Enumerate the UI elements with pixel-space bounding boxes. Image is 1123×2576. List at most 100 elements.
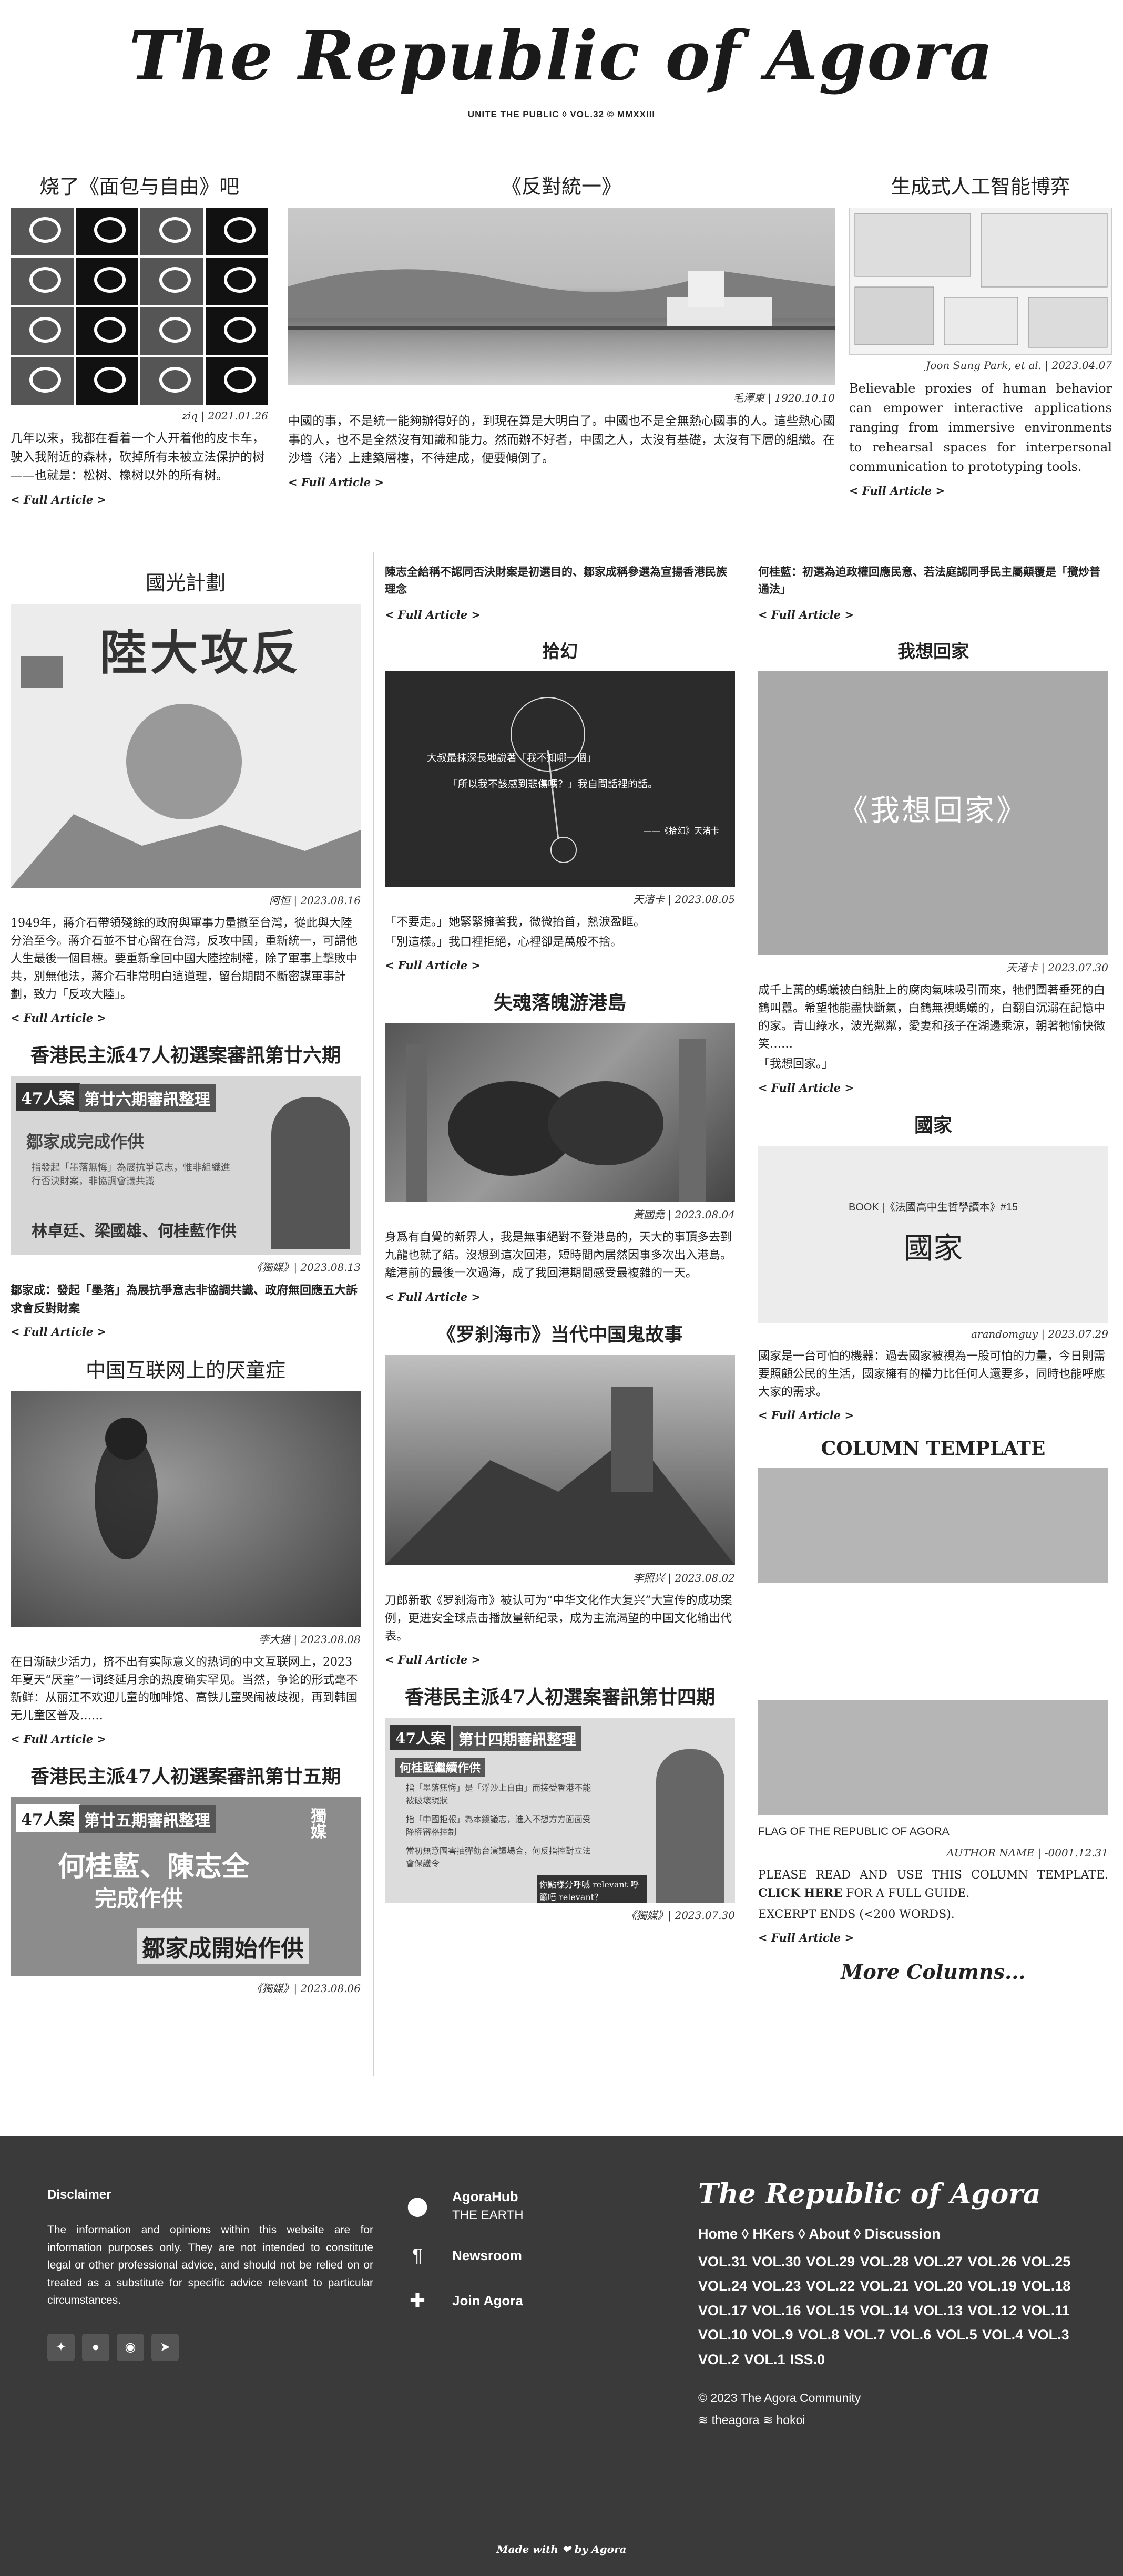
full-article-link[interactable]: < Full Article >: [758, 1931, 854, 1944]
trial-summary-image: 47人案 第廿四期審訊整理 何桂藍繼續作供 指「墨落無悔」是「浮沙上自由」而接受…: [385, 1717, 735, 1903]
disclaimer-text: The information and opinions within this…: [47, 2224, 373, 2307]
want-home-image: 《我想回家》: [758, 671, 1108, 956]
trial-summary-image: 47人案 第廿五期審訊整理 獨媒 何桂藍、陳志全 完成作供 鄒家成開始作供: [11, 1797, 361, 1976]
link-subtitle: THE EARTH: [452, 2208, 524, 2222]
article-title[interactable]: 香港民主派47人初選案審訊第廿六期: [11, 1040, 361, 1068]
article-title[interactable]: 《罗刹海市》当代中国鬼故事: [385, 1319, 735, 1347]
column-3: 何桂藍：初選為迫政權回應民意、若法庭認同爭民主屬顛覆是「攬炒普通法」 < Ful…: [758, 563, 1108, 1989]
handles[interactable]: ≋ theagora ≋ hokoi: [698, 2409, 1077, 2431]
article-excerpt: 「我想回家。」: [758, 1058, 834, 1071]
newsroom-link[interactable]: ¶ Newsroom: [405, 2243, 524, 2268]
top-left-article: 烧了《面包与自由》吧 ziq | 2021.01.26 几年以来，我都在看着一个…: [11, 170, 268, 522]
monster-city-image: [385, 1023, 735, 1203]
image-title: 《我想回家》: [839, 794, 1028, 828]
article-excerpt: 中國的事，不是統一能夠辦得好的，到現在算是大明白了。中國也不是全無熱心國事的人。…: [288, 414, 835, 466]
full-article-link[interactable]: < Full Article >: [11, 493, 106, 506]
flag-image: [758, 1467, 1108, 1815]
agorahub-link[interactable]: ⬤ AgoraHub THE EARTH: [405, 2189, 524, 2223]
ai-diagram-image: [849, 208, 1112, 355]
full-article-link[interactable]: < Full Article >: [758, 1409, 854, 1422]
link-title: AgoraHub: [452, 2189, 518, 2204]
article-caption: 阿恒 | 2023.08.16: [269, 894, 361, 907]
column-divider: [373, 552, 374, 2076]
volume-links[interactable]: VOL.31 VOL.30 VOL.29 VOL.28 VOL.27 VOL.2…: [698, 2250, 1077, 2372]
full-article-link[interactable]: < Full Article >: [385, 608, 481, 621]
image-line: 完成作供: [95, 1886, 183, 1912]
full-article-link[interactable]: < Full Article >: [385, 959, 481, 972]
location-pin-icon: ⬤: [406, 2194, 428, 2216]
site-title[interactable]: The Republic of Agora: [0, 21, 1123, 92]
article-47-26: 香港民主派47人初選案審訊第廿六期 47人案 第廿六期審訊整理 鄒家成完成作供 …: [11, 1040, 361, 1338]
article-title[interactable]: 《反對統一》: [288, 170, 835, 199]
image-line: 林卓廷、梁國雄、何桂藍作供: [32, 1222, 237, 1241]
article-title[interactable]: 香港民主派47人初選案審訊第廿五期: [11, 1761, 361, 1789]
full-article-link[interactable]: < Full Article >: [11, 1325, 106, 1338]
article-title[interactable]: 國家: [758, 1110, 1108, 1137]
reddit-icon[interactable]: ◉: [117, 2333, 144, 2361]
twitter-icon[interactable]: ✦: [47, 2333, 75, 2361]
full-article-link[interactable]: < Full Article >: [758, 1081, 854, 1094]
image-line: 指發起「墨落無悔」為展抗爭意志，惟非組織進行否決財案，非協調會議共識: [32, 1162, 230, 1187]
image-title: 國家: [904, 1231, 963, 1266]
article-title[interactable]: 我想回家: [758, 637, 1108, 663]
article-caption: 《獨媒》| 2023.08.06: [251, 1982, 361, 1995]
full-article-link[interactable]: < Full Article >: [288, 476, 384, 489]
made-with: Made with ❤ by Agora: [496, 2543, 627, 2556]
article-anti-child: 中国互联网上的厌童症 李大猫 | 2023.08.08 在日渐缺少活力，挤不出有…: [11, 1354, 361, 1746]
article-excerpt: 何桂藍：初選為迫政權回應民意、若法庭認同爭民主屬顛覆是「攬炒普通法」: [758, 565, 1100, 596]
full-article-link[interactable]: < Full Article >: [385, 1290, 481, 1304]
image-line: BOOK |《法國高中生哲學讀本》#15: [849, 1201, 1018, 1213]
image-signature: ——《拾幻》天渚卡: [643, 826, 719, 836]
masthead: The Republic of Agora UNITE THE PUBLIC ◊…: [0, 0, 1123, 120]
disclaimer: Disclaimer The information and opinions …: [47, 2188, 373, 2361]
outlet-tag: 獨媒: [308, 1808, 326, 1840]
landscape-statue-image: [288, 208, 835, 385]
full-article-link[interactable]: < Full Article >: [758, 608, 854, 621]
join-agora-link[interactable]: ✚ Join Agora: [405, 2288, 524, 2313]
article-title[interactable]: 烧了《面包与自由》吧: [11, 170, 268, 199]
full-article-link[interactable]: < Full Article >: [11, 1011, 106, 1024]
article-title[interactable]: 中国互联网上的厌童症: [11, 1354, 361, 1383]
github-icon[interactable]: ●: [82, 2333, 109, 2361]
top-center-article: 《反對統一》 毛澤東 | 1920.10.10 中國的事，不是統一能夠辦得好的，…: [288, 170, 835, 505]
guide-link[interactable]: CLICK HERE: [758, 1886, 842, 1900]
column-template: COLUMN TEMPLATE FLAG OF THE REPUBLIC OF …: [758, 1438, 1108, 1989]
article-excerpt: 「不要走。」她緊緊擁著我，微微抬首，熱淚盈眶。: [385, 916, 646, 929]
article-excerpt: 1949年，蔣介石帶領殘餘的政府與軍事力量撤至台灣，從此與大陸分治至今。蔣介石並…: [11, 917, 358, 1002]
disclaimer-title: Disclaimer: [47, 2188, 111, 2202]
article-title[interactable]: 生成式人工智能博弈: [849, 170, 1112, 199]
article-47-25: 香港民主派47人初選案審訊第廿五期 47人案 第廿五期審訊整理 獨媒 何桂藍、陳…: [11, 1761, 361, 1995]
article-state: 國家 BOOK |《法國高中生哲學讀本》#15 國家 arandomguy | …: [758, 1110, 1108, 1422]
article-caption: Joon Sung Park, et al. | 2023.04.07: [926, 359, 1112, 372]
image-line: 當初無意圖害抽彈劾台演讀場合，何反指控對立法會保護令: [406, 1845, 591, 1869]
article-caption: 《獨媒》| 2023.08.13: [251, 1261, 361, 1274]
article-caption: 天渚卡 | 2023.08.05: [633, 893, 735, 906]
social-links: ✦ ● ◉ ➤: [47, 2333, 373, 2361]
article-title[interactable]: 國光計劃: [11, 567, 361, 596]
footer-nav: The Republic of Agora Home ◊ HKers ◊ Abo…: [698, 2178, 1077, 2431]
article-title[interactable]: 香港民主派47人初選案審訊第廿四期: [385, 1682, 735, 1709]
telegram-icon[interactable]: ➤: [151, 2333, 179, 2361]
article-excerpt: 几年以来，我都在看着一个人开着他的皮卡车，驶入我附近的森林，砍掉所有未被立法保护…: [11, 432, 264, 483]
full-article-link[interactable]: < Full Article >: [849, 484, 945, 497]
template-guide: PLEASE READ AND USE THIS COLUMN TEMPLATE…: [758, 1868, 1108, 1900]
article-caption: arandomguy | 2023.07.29: [971, 1327, 1108, 1340]
session-heading: 第廿四期審訊整理: [453, 1726, 582, 1751]
full-article-link[interactable]: < Full Article >: [11, 1732, 106, 1746]
full-article-link[interactable]: < Full Article >: [385, 1653, 481, 1666]
footer-main-nav[interactable]: Home ◊ HKers ◊ About ◊ Discussion: [698, 2226, 1077, 2242]
article-want-home: 我想回家 《我想回家》 天渚卡 | 2023.07.30 成千上萬的螞蟻被白鶴肚…: [758, 637, 1108, 1094]
trial-summary-image: 47人案 第廿六期審訊整理 鄒家成完成作供 指發起「墨落無悔」為展抗爭意志，惟非…: [11, 1076, 361, 1255]
more-columns-link[interactable]: More Columns...: [758, 1960, 1108, 1989]
article-caption: 李大猫 | 2023.08.08: [259, 1633, 361, 1646]
article-title[interactable]: 失魂落魄游港島: [385, 988, 735, 1015]
article-title[interactable]: 拾幻: [385, 637, 735, 663]
footer-links: ⬤ AgoraHub THE EARTH ¶ Newsroom ✚ Join A…: [405, 2189, 524, 2333]
image-line: 指「中國拒報」為本鏡議志，進入不想方方面面受降權審格控制: [406, 1814, 591, 1837]
article-excerpt: 「別這樣。」我口裡拒絕，心裡卻是萬般不捨。: [385, 936, 622, 949]
article-caption: 毛澤東 | 1920.10.10: [733, 392, 835, 404]
footer-logo[interactable]: The Republic of Agora: [698, 2178, 1077, 2210]
article-title[interactable]: COLUMN TEMPLATE: [758, 1438, 1108, 1460]
puzzle-icon: ✚: [409, 2290, 426, 2311]
footer: Disclaimer The information and opinions …: [0, 2136, 1123, 2576]
